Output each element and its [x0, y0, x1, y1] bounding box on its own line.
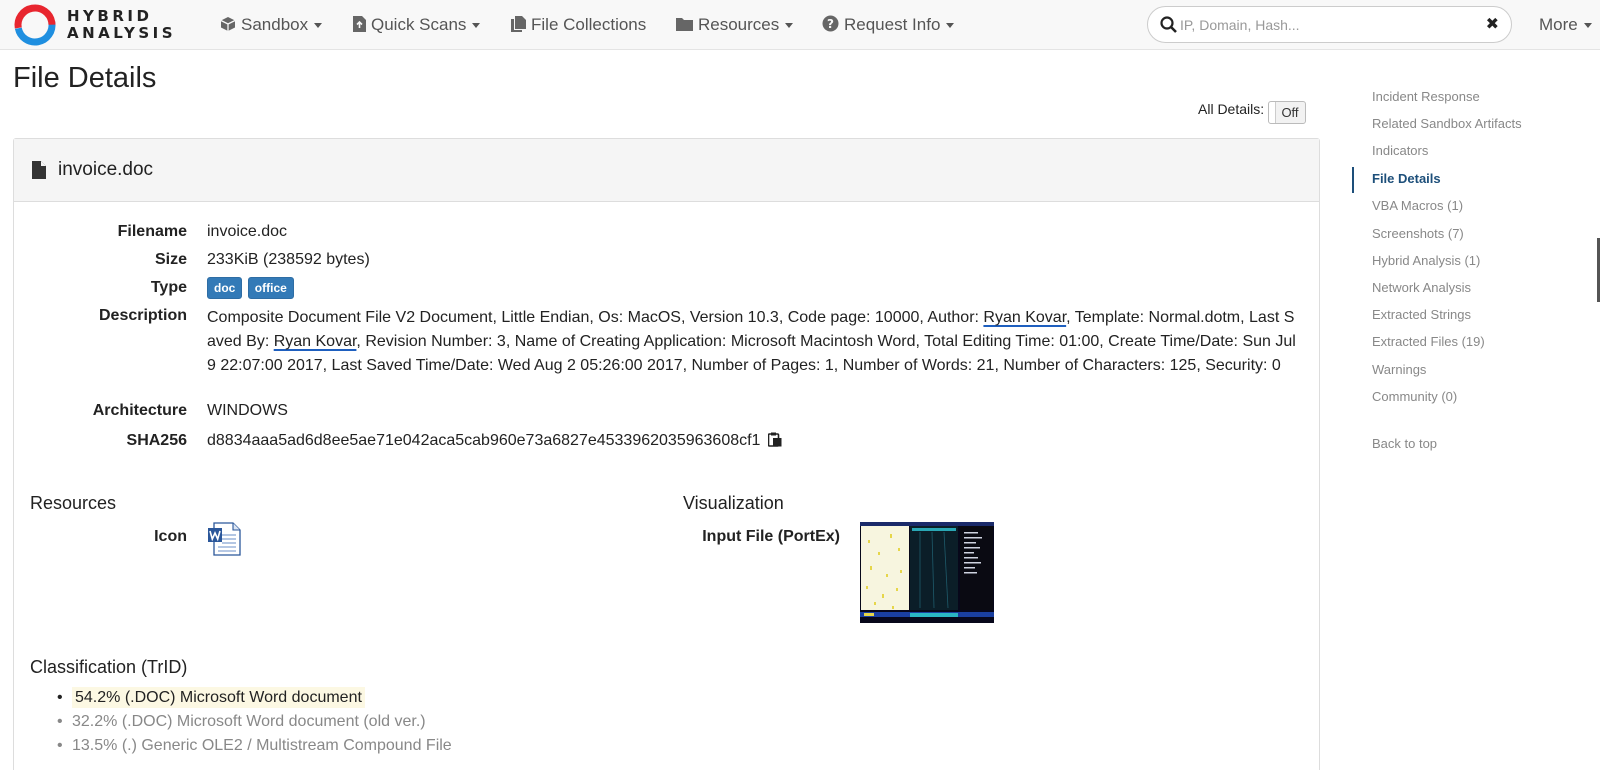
sidebar-item-extracted-strings[interactable]: Extracted Strings	[1372, 307, 1471, 322]
chevron-down-icon	[1583, 23, 1592, 29]
clipboard-copy-icon[interactable]	[768, 432, 782, 447]
type-label: Type	[150, 279, 187, 296]
logo-line-1: HYBRID	[67, 7, 153, 25]
filename-value: invoice.doc	[207, 223, 288, 240]
sidebar-item-hybrid-analysis[interactable]: Hybrid Analysis (1)	[1372, 253, 1480, 268]
chevron-down-icon	[472, 23, 481, 29]
logo-ring-icon	[14, 4, 56, 46]
back-to-top-link[interactable]: Back to top	[1372, 436, 1437, 451]
trid-list: 54.2% (.DOC) Microsoft Word document 32.…	[30, 686, 452, 758]
input-file-portex-label: Input File (PortEx)	[702, 528, 840, 545]
resources-title: Resources	[30, 493, 117, 513]
chevron-down-icon	[314, 23, 323, 29]
hybrid-analysis-logo[interactable]: HYBRID ANALYSIS	[13, 3, 193, 47]
description-value: Composite Document File V2 Document, Lit…	[207, 306, 1302, 378]
logo-line-2: ANALYSIS	[67, 24, 177, 42]
type-badge-doc[interactable]: doc	[207, 277, 243, 299]
folder-icon	[676, 17, 693, 31]
sha256-value: d8834aaa5ad6d8ee5ae71e042aca5cab960e73a6…	[207, 432, 761, 449]
search-input[interactable]	[1180, 13, 1470, 37]
trid-item: 54.2% (.DOC) Microsoft Word document	[30, 686, 452, 710]
filename-label: Filename	[117, 223, 187, 240]
sidebar-item-incident-response[interactable]: Incident Response	[1372, 89, 1480, 104]
svg-text:?: ?	[827, 17, 834, 31]
trid-item-text: 32.2% (.DOC) Microsoft Word document (ol…	[72, 713, 426, 730]
panel-heading: invoice.doc	[14, 139, 1319, 202]
nav-file-collections[interactable]: File Collections	[510, 0, 646, 50]
description-text: Composite Document File V2 Document, Lit…	[207, 309, 984, 326]
architecture-value: WINDOWS	[207, 402, 288, 419]
nav-file-collections-label: File Collections	[531, 15, 647, 34]
files-icon	[511, 15, 526, 32]
all-details-toggle[interactable]: Off	[1268, 101, 1306, 124]
word-document-icon[interactable]	[208, 522, 241, 556]
portex-visualization-thumbnail[interactable]	[860, 522, 994, 623]
chevron-down-icon	[785, 23, 794, 29]
nav-request-info-label: Request Info	[844, 15, 941, 34]
sidebar-item-warnings[interactable]: Warnings	[1372, 362, 1426, 377]
sidebar-item-extracted-files[interactable]: Extracted Files (19)	[1372, 334, 1485, 349]
nav-quick-scans[interactable]: Quick Scans	[353, 0, 481, 50]
author-link[interactable]: Ryan Kovar	[983, 309, 1066, 326]
panel-file-name: invoice.doc	[58, 159, 154, 180]
trid-item: 13.5% (.) Generic OLE2 / Multistream Com…	[30, 734, 452, 758]
type-badges: doc office	[207, 277, 295, 299]
cube-icon	[220, 16, 236, 31]
all-details-label: All Details:	[1198, 101, 1265, 117]
last-saved-by-link[interactable]: Ryan Kovar	[274, 333, 357, 350]
icon-label: Icon	[154, 528, 187, 545]
description-label: Description	[98, 307, 187, 324]
file-upload-icon	[353, 15, 366, 32]
nav-sandbox[interactable]: Sandbox	[220, 0, 323, 50]
nav-request-info[interactable]: ? Request Info	[822, 0, 955, 50]
sha256-row: d8834aaa5ad6d8ee5ae71e042aca5cab960e73a6…	[207, 432, 782, 450]
size-label: Size	[154, 251, 187, 268]
sidebar-item-related-sandbox-artifacts[interactable]: Related Sandbox Artifacts	[1372, 116, 1522, 131]
nav-more[interactable]: More	[1539, 0, 1592, 50]
question-circle-icon: ?	[822, 15, 839, 32]
chevron-down-icon	[946, 23, 955, 29]
sha256-label: SHA256	[126, 432, 187, 449]
sidebar-item-network-analysis[interactable]: Network Analysis	[1372, 280, 1471, 295]
description-text: , Revision Number: 3, Name of Creating A…	[207, 333, 1296, 374]
architecture-label: Architecture	[92, 402, 187, 419]
trid-item-text: 13.5% (.) Generic OLE2 / Multistream Com…	[72, 737, 452, 754]
search-icon	[1160, 16, 1177, 33]
portex-visualization-image	[860, 522, 994, 623]
trid-item: 32.2% (.DOC) Microsoft Word document (ol…	[30, 710, 452, 734]
sidebar-item-indicators[interactable]: Indicators	[1372, 143, 1428, 158]
sidebar-item-screenshots[interactable]: Screenshots (7)	[1372, 226, 1464, 241]
sidebar-item-file-details[interactable]: File Details	[1372, 171, 1441, 186]
nav-resources[interactable]: Resources	[676, 0, 794, 50]
visualization-title: Visualization	[683, 493, 784, 513]
top-navbar: HYBRID ANALYSIS Sandbox Quick Scans File…	[0, 0, 1600, 50]
nav-more-label: More	[1539, 15, 1578, 34]
sidebar-item-community[interactable]: Community (0)	[1372, 389, 1457, 404]
type-badge-office[interactable]: office	[247, 277, 294, 299]
toggle-state: Off	[1281, 105, 1299, 120]
clear-search-icon[interactable]: ✖	[1486, 14, 1499, 34]
nav-sandbox-label: Sandbox	[241, 15, 309, 34]
classification-title: Classification (TrID)	[30, 657, 188, 677]
sidebar-item-vba-macros[interactable]: VBA Macros (1)	[1372, 198, 1463, 213]
logo-text: HYBRID ANALYSIS	[67, 8, 176, 42]
file-icon	[32, 161, 46, 179]
nav-resources-label: Resources	[698, 15, 780, 34]
sidebar-active-indicator	[1352, 167, 1354, 193]
nav-quick-scans-label: Quick Scans	[371, 15, 467, 34]
search-box: ✖	[1147, 6, 1512, 43]
trid-item-text: 54.2% (.DOC) Microsoft Word document	[72, 687, 365, 708]
page-title: File Details	[13, 62, 157, 94]
size-value: 233KiB (238592 bytes)	[207, 251, 370, 268]
